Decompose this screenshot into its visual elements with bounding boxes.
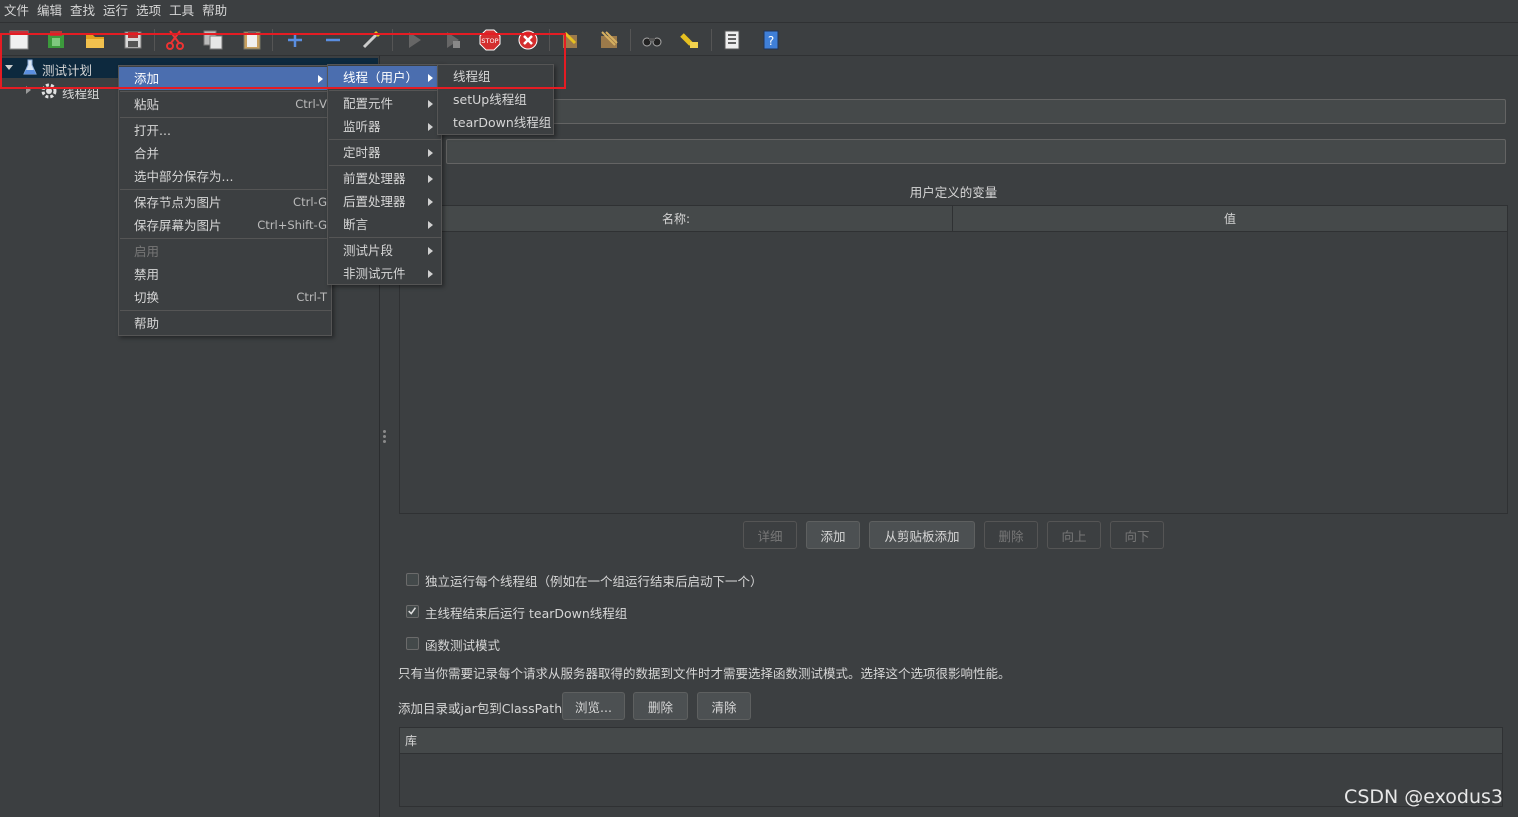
submenu-non-test-element[interactable]: 非测试元件 [328, 262, 441, 285]
clear-classpath-button[interactable]: 清除 [697, 692, 751, 720]
add-submenu: 线程（用户） 配置元件 监听器 定时器 前置处理器 后置处理器 断言 测试片段 … [327, 64, 442, 285]
submenu-arrow-icon [428, 123, 433, 131]
detail-button[interactable]: 详细 [743, 521, 797, 549]
teardown-checkbox-label: 主线程结束后运行 tearDown线程组 [425, 606, 628, 621]
menu-options[interactable]: 选项 [132, 0, 165, 22]
remove-classpath-button[interactable]: 删除 [633, 692, 688, 720]
context-menu-help[interactable]: 帮助 [119, 312, 331, 335]
submenu-listener[interactable]: 监听器 [328, 115, 441, 138]
submenu-arrow-icon [428, 198, 433, 206]
comment-field[interactable] [446, 139, 1506, 164]
submenu-assertion[interactable]: 断言 [328, 213, 441, 236]
submenu-test-fragment[interactable]: 测试片段 [328, 239, 441, 262]
submenu-arrow-icon [428, 247, 433, 255]
context-menu-save-selection[interactable]: 选中部分保存为... [119, 165, 331, 188]
submenu-post-processor[interactable]: 后置处理器 [328, 190, 441, 213]
table-header: 名称: 值 [400, 206, 1507, 232]
user-variables-table[interactable]: 名称: 值 [399, 205, 1508, 514]
browse-button[interactable]: 浏览... [562, 692, 625, 720]
move-down-button[interactable]: 向下 [1110, 521, 1164, 549]
menu-search[interactable]: 查找 [66, 0, 99, 22]
menu-file[interactable]: 文件 [0, 0, 33, 22]
menu-run[interactable]: 运行 [99, 0, 132, 22]
submenu-teardown-thread-group[interactable]: tearDown线程组 [438, 111, 553, 134]
context-menu-enable: 启用 [134, 244, 160, 259]
functional-mode-checkbox[interactable] [406, 637, 419, 650]
submenu-arrow-icon [428, 270, 433, 278]
watermark: CSDN @exodus3 [1344, 786, 1503, 808]
add-button[interactable]: 添加 [806, 521, 860, 549]
submenu-arrow-icon [428, 221, 433, 229]
help-icon[interactable]: ? [759, 28, 783, 52]
context-menu-toggle[interactable]: 切换 Ctrl-T [119, 286, 331, 309]
context-menu-save-node-image[interactable]: 保存节点为图片 Ctrl-G [119, 191, 331, 214]
context-menu-disable[interactable]: 禁用 [119, 263, 331, 286]
classpath-label: 添加目录或jar包到ClassPath [398, 701, 563, 716]
name-field[interactable] [446, 99, 1506, 124]
move-up-button[interactable]: 向上 [1047, 521, 1101, 549]
submenu-arrow-icon [428, 149, 433, 157]
highlight-annotation-box [0, 33, 566, 89]
function-helper-icon[interactable] [720, 28, 744, 52]
context-menu-open[interactable]: 打开... [119, 119, 331, 142]
column-value-header[interactable]: 值 [953, 206, 1507, 232]
reset-search-icon[interactable] [678, 28, 702, 52]
delete-button[interactable]: 删除 [984, 521, 1038, 549]
menu-help[interactable]: 帮助 [198, 0, 231, 22]
svg-text:?: ? [768, 34, 774, 48]
column-name-header[interactable]: 名称: [400, 206, 953, 232]
submenu-setup-thread-group[interactable]: setUp线程组 [438, 88, 553, 111]
independent-checkbox[interactable] [406, 573, 419, 586]
independent-checkbox-label: 独立运行每个线程组（例如在一个组运行结束后启动下一个） [425, 574, 763, 589]
context-menu-paste[interactable]: 粘贴 Ctrl-V [119, 93, 331, 116]
menu-edit[interactable]: 编辑 [33, 0, 66, 22]
library-table[interactable]: 库 [399, 727, 1503, 807]
add-from-clipboard-button[interactable]: 从剪贴板添加 [869, 521, 975, 549]
submenu-arrow-icon [428, 100, 433, 108]
submenu-arrow-icon [428, 175, 433, 183]
checkmark-icon [408, 607, 417, 615]
functional-mode-note: 只有当你需要记录每个请求从服务器取得的数据到文件时才需要选择函数测试模式。选择这… [398, 666, 1011, 681]
context-menu-save-screen-image[interactable]: 保存屏幕为图片 Ctrl+Shift-G [119, 214, 331, 237]
user-variables-title: 用户定义的变量 [909, 185, 998, 200]
clear-all-icon[interactable] [597, 28, 621, 52]
library-column-header[interactable]: 库 [400, 728, 1502, 754]
search-icon[interactable] [640, 28, 664, 52]
submenu-pre-processor[interactable]: 前置处理器 [328, 167, 441, 190]
teardown-checkbox[interactable] [406, 605, 419, 618]
menubar: 文件 编辑 查找 运行 选项 工具 帮助 [0, 0, 1518, 22]
context-menu: 添加 粘贴 Ctrl-V 打开... 合并 选中部分保存为... 保存节点为图片… [118, 65, 332, 336]
submenu-timer[interactable]: 定时器 [328, 141, 441, 164]
menu-tools[interactable]: 工具 [165, 0, 198, 22]
submenu-config-element[interactable]: 配置元件 [328, 92, 441, 115]
functional-mode-label: 函数测试模式 [425, 638, 501, 653]
context-menu-merge[interactable]: 合并 [119, 142, 331, 165]
